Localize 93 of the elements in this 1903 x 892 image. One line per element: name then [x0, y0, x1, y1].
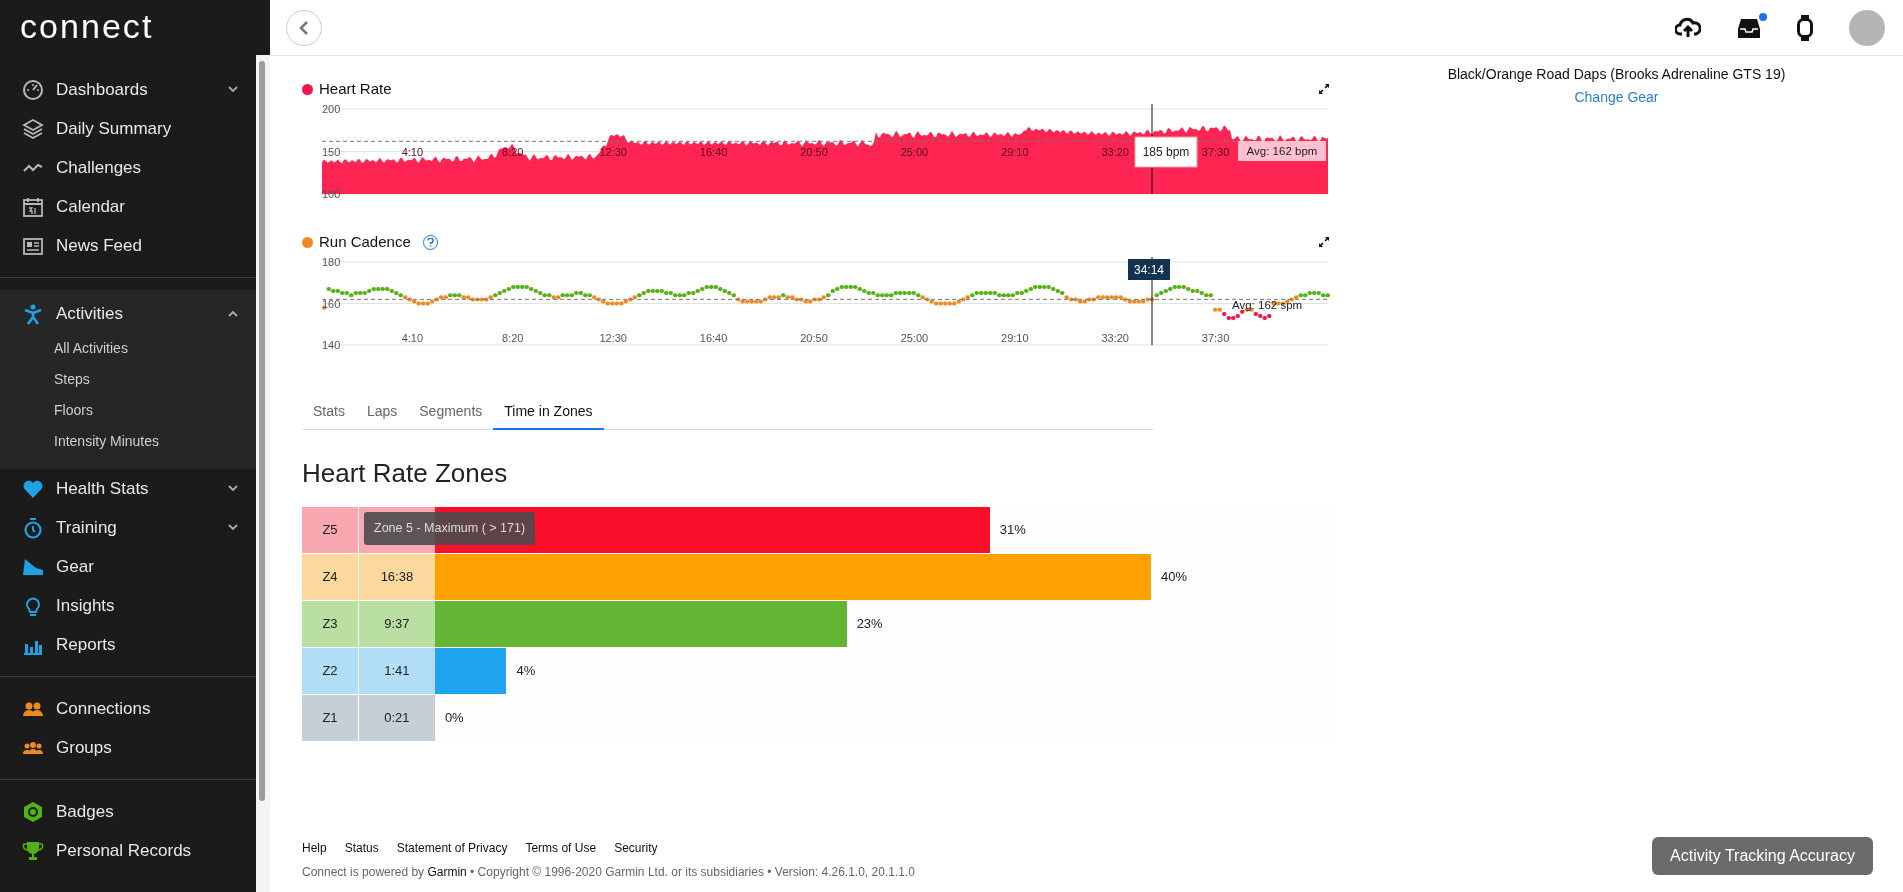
- footer-link[interactable]: Security: [614, 839, 658, 857]
- zone-label: Z5: [302, 507, 358, 553]
- sidebar-item[interactable]: Groups: [0, 728, 256, 767]
- zone-percent: 23%: [856, 615, 883, 634]
- axis-label: 140: [322, 339, 341, 351]
- sidebar-subitem[interactable]: Intensity Minutes: [0, 426, 256, 457]
- value-tooltip: 185 bpm: [1134, 136, 1198, 168]
- axis-label: 4:10: [401, 332, 424, 344]
- sidebar-item[interactable]: Training: [0, 508, 256, 547]
- axis-label: 4:10: [401, 146, 424, 158]
- axis-label: 150: [322, 145, 341, 158]
- axis-label: 160: [322, 297, 341, 310]
- axis-label: 33:20: [1101, 146, 1129, 158]
- zone-label: Z1: [302, 695, 358, 741]
- axis-label: 37:30: [1201, 146, 1230, 158]
- watch-icon[interactable]: [1797, 14, 1813, 41]
- inbox-icon[interactable]: [1737, 16, 1761, 39]
- tab[interactable]: Laps: [355, 394, 409, 430]
- zone-percent: 31%: [999, 521, 1026, 540]
- axis-label: 29:10: [1001, 332, 1029, 344]
- footer-link[interactable]: Status: [344, 839, 379, 857]
- copyright-text: Connect is powered by Garmin • Copyright © 1996-2020 Garmin Ltd. or its subsidiaries • Version: 4.26.1.0, 20.1.1.0: [302, 864, 916, 881]
- scrollbar[interactable]: [256, 55, 270, 892]
- stopwatch-icon: [22, 516, 44, 539]
- sidebar-item[interactable]: Personal Records: [0, 831, 256, 870]
- axis-label: 180: [322, 257, 341, 268]
- zone-time: 9:37: [358, 601, 435, 647]
- sidebar-item[interactable]: Activities: [0, 294, 256, 333]
- footer-link[interactable]: Terms of Use: [525, 839, 597, 857]
- axis-label: 12:30: [599, 332, 627, 344]
- axis-label: 33:20: [1101, 332, 1129, 344]
- expand-icon[interactable]: [1318, 83, 1330, 95]
- sidebar-item[interactable]: Reports: [0, 625, 256, 664]
- gauge-icon: [22, 78, 44, 101]
- chart-title: Heart Rate: [319, 78, 392, 99]
- average-label: Avg: 162 spm: [1232, 299, 1303, 311]
- change-gear-link[interactable]: Change Gear: [1574, 87, 1659, 108]
- axis-label: 8:20: [502, 332, 524, 344]
- activity-tracking-accuracy-button[interactable]: Activity Tracking Accuracy: [1652, 837, 1873, 875]
- sidebar-subitem[interactable]: All Activities: [0, 333, 256, 364]
- hexagon-icon: [22, 800, 44, 823]
- zone-percent: 0%: [444, 709, 464, 728]
- sidebar-subitem[interactable]: Floors: [0, 395, 256, 426]
- zone-label: Z2: [302, 648, 358, 694]
- sidebar-item[interactable]: Challenges: [0, 148, 256, 187]
- axis-label: 16:40: [699, 332, 728, 344]
- axis-label: 20:50: [800, 332, 828, 344]
- tab[interactable]: Stats: [302, 394, 356, 430]
- sidebar-item[interactable]: Calendar: [0, 187, 256, 226]
- sidebar-item[interactable]: Daily Summary: [0, 109, 256, 148]
- zone-percent: 4%: [516, 662, 536, 681]
- section-heading: Heart Rate Zones: [302, 457, 509, 490]
- tab[interactable]: Time in Zones: [493, 394, 604, 430]
- zone-time: 0:21: [358, 695, 435, 741]
- axis-label: 25:00: [900, 146, 929, 158]
- axis-label: 25:00: [900, 332, 929, 344]
- zone-time: 1:41: [358, 648, 435, 694]
- sidebar-item[interactable]: Connections: [0, 689, 256, 728]
- footer-link[interactable]: Help: [302, 839, 327, 857]
- axis-label: 29:10: [1001, 146, 1029, 158]
- sidebar-item[interactable]: Insights: [0, 586, 256, 625]
- axis-label: 16:40: [699, 146, 728, 158]
- gear-name: Black/Orange Road Daps (Brooks Adrenaline GTS 19): [1447, 65, 1786, 84]
- zone-tooltip: Zone 5 - Maximum ( > 171): [364, 512, 536, 545]
- axis-label: 37:30: [1201, 332, 1230, 344]
- zone-label: Z3: [302, 601, 358, 647]
- axis-label: 200: [322, 104, 341, 115]
- sidebar-subitem[interactable]: Steps: [0, 364, 256, 395]
- expand-icon[interactable]: [1318, 236, 1330, 248]
- cloud-upload-icon[interactable]: [1675, 16, 1701, 39]
- value-tooltip: 34:14: [1128, 259, 1170, 280]
- tab[interactable]: Segments: [408, 394, 494, 430]
- sidebar-item[interactable]: Gear: [0, 547, 256, 586]
- connect-logo[interactable]: connect: [0, 0, 256, 70]
- chevron-left-icon: [299, 20, 309, 35]
- footer-link[interactable]: Statement of Privacy: [396, 839, 508, 857]
- axis-label: 100: [322, 188, 341, 199]
- zone-time: 16:38: [358, 554, 435, 600]
- sidebar-item[interactable]: Health Stats: [0, 469, 256, 508]
- zone-percent: 40%: [1160, 568, 1187, 587]
- sidebar-item[interactable]: News Feed: [0, 226, 256, 265]
- axis-label: 12:30: [599, 146, 627, 158]
- zone-label: Z4: [302, 554, 358, 600]
- sidebar-item[interactable]: Badges: [0, 792, 256, 831]
- sidebar-item[interactable]: Dashboards: [0, 70, 256, 109]
- chart-title: Run Cadence: [319, 231, 411, 252]
- person-icon: [22, 302, 44, 325]
- average-label: Avg: 162 bpm: [1238, 141, 1326, 161]
- trophy-icon: [22, 839, 44, 862]
- axis-label: 20:50: [800, 146, 828, 158]
- calendar-icon: [22, 195, 44, 218]
- axis-label: 8:20: [502, 146, 524, 158]
- layers-icon: [22, 117, 44, 140]
